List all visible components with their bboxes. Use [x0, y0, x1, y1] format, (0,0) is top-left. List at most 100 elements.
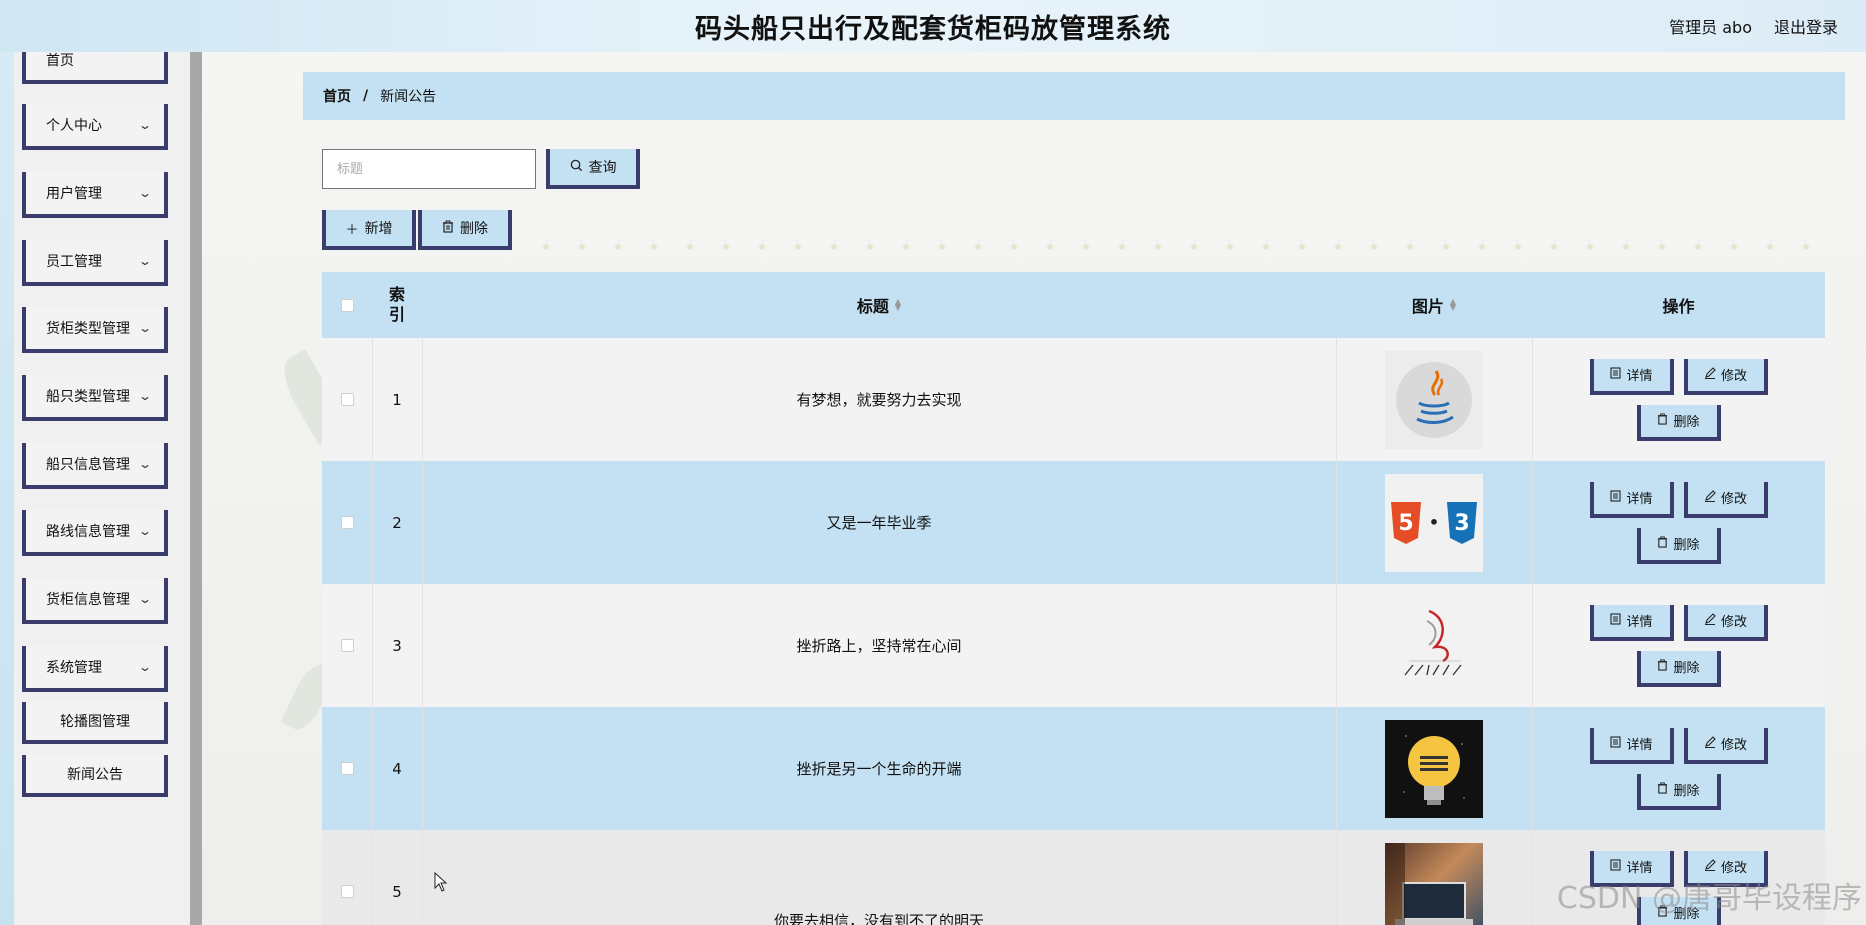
svg-text:5: 5	[1398, 511, 1413, 536]
row-checkbox[interactable]	[340, 885, 354, 898]
svg-text:3: 3	[1454, 511, 1469, 536]
sidebar-subitem-label: 新闻公告	[67, 767, 123, 783]
add-button-label: 新增	[364, 221, 393, 237]
sidebar-subitem-label: 轮播图管理	[60, 714, 130, 730]
sidebar-subitem[interactable]: 轮播图管理	[22, 702, 168, 744]
detail-label: 详情	[1626, 492, 1653, 507]
pencil-icon	[1704, 489, 1716, 506]
header-title-label: 标题	[856, 297, 889, 316]
edit-button[interactable]: 修改	[1683, 481, 1768, 518]
pencil-icon	[1704, 612, 1716, 629]
logout-link[interactable]: 退出登录	[1774, 14, 1838, 38]
detail-button[interactable]: 详情	[1589, 604, 1674, 641]
sidebar-item-label: 个人中心	[46, 118, 102, 134]
lightbulb-poster-thumbnail[interactable]	[1385, 719, 1483, 818]
search-button-label: 查询	[588, 160, 617, 176]
chevron-down-icon: ⌄	[137, 186, 153, 200]
sidebar-item[interactable]: 系统管理 ⌄	[22, 646, 168, 692]
detail-button[interactable]: 详情	[1589, 481, 1674, 518]
sidebar-item[interactable]: 用户管理 ⌄	[22, 172, 168, 218]
edit-button[interactable]: 修改	[1683, 604, 1768, 641]
chevron-down-icon: ⌄	[137, 524, 153, 538]
chevron-down-icon: ⌄	[137, 457, 153, 471]
pencil-icon	[1704, 735, 1716, 752]
delete-button[interactable]: 删除	[1636, 527, 1721, 564]
edit-button[interactable]: 修改	[1683, 358, 1768, 395]
chevron-down-icon: ⌄	[137, 389, 153, 403]
sidebar-item[interactable]: 个人中心 ⌄	[22, 104, 168, 150]
search-button[interactable]: 查询	[546, 149, 640, 189]
table-header: 索引 标题 ▲ ▼ 图片 ▲ ▼ 操作	[322, 272, 1825, 338]
row-image-cell	[1336, 338, 1532, 461]
trash-icon	[1657, 413, 1668, 429]
header-actions: 操作	[1532, 272, 1825, 338]
sort-icon: ▲ ▼	[894, 297, 902, 312]
edit-button[interactable]: 修改	[1683, 727, 1768, 764]
table-row: 2 又是一年毕业季 5 • 3 详情 修改 删除	[322, 461, 1825, 584]
sidebar-scrollbar[interactable]	[190, 52, 202, 925]
detail-button[interactable]: 详情	[1589, 727, 1674, 764]
sidebar-item-label: 货柜类型管理	[46, 321, 130, 337]
sidebar-subitem[interactable]: 新闻公告	[22, 755, 168, 797]
edit-label: 修改	[1720, 738, 1747, 753]
header-title[interactable]: 标题 ▲ ▼	[422, 272, 1336, 338]
batch-delete-label: 删除	[460, 221, 488, 237]
news-table: 索引 标题 ▲ ▼ 图片 ▲ ▼ 操作 1 有梦想，就要努力去实现 详情 修改 删除 2 又是一…	[322, 272, 1825, 925]
laptop-photo-thumbnail[interactable]	[1385, 842, 1483, 925]
row-actions: 详情 修改删除	[1532, 461, 1825, 584]
sidebar-item[interactable]: 货柜类型管理 ⌄	[22, 307, 168, 353]
detail-label: 详情	[1626, 369, 1653, 384]
sidebar-item[interactable]: 船只类型管理 ⌄	[22, 375, 168, 421]
document-icon	[1610, 366, 1622, 383]
row-image-cell: 5 • 3	[1336, 461, 1532, 584]
pencil-icon	[1704, 366, 1716, 383]
sidebar-item[interactable]: 货柜信息管理 ⌄	[22, 578, 168, 624]
detail-label: 详情	[1626, 738, 1653, 753]
header-actions-label: 操作	[1662, 297, 1695, 316]
sidebar-item-label: 用户管理	[46, 186, 102, 202]
row-checkbox[interactable]	[340, 516, 354, 529]
java-logo-thumbnail[interactable]	[1385, 350, 1483, 449]
row-title: 你要去相信，没有到不了的明天	[773, 912, 984, 925]
delete-button[interactable]: 删除	[1636, 773, 1721, 810]
chevron-down-icon: ⌄	[137, 321, 153, 335]
sql-server-2012-logo-thumbnail[interactable]	[1385, 596, 1483, 695]
sidebar-item[interactable]: 船只信息管理 ⌄	[22, 443, 168, 489]
html5-css3-logo-thumbnail[interactable]: 5 • 3	[1385, 473, 1483, 572]
csdn-watermark: CSDN @唐哥毕设程序	[1556, 881, 1862, 916]
search-icon	[570, 159, 583, 176]
row-checkbox[interactable]	[340, 639, 354, 652]
sidebar-item[interactable]: 员工管理 ⌄	[22, 240, 168, 286]
header-image[interactable]: 图片 ▲ ▼	[1336, 272, 1532, 338]
delete-label: 删除	[1673, 784, 1700, 799]
row-actions: 详情 修改删除	[1532, 707, 1825, 830]
sidebar-item[interactable]: 路线信息管理 ⌄	[22, 510, 168, 556]
row-title: 又是一年毕业季	[826, 514, 932, 532]
row-checkbox[interactable]	[340, 762, 354, 775]
sidebar-item-label: 首页	[46, 53, 74, 69]
row-checkbox[interactable]	[340, 393, 354, 406]
top-header: 码头船只出行及配套货柜码放管理系统 管理员 abo 退出登录	[0, 0, 1866, 52]
sort-icon: ▲ ▼	[1449, 297, 1457, 312]
decorative-dots	[528, 243, 1828, 251]
delete-button[interactable]: 删除	[1636, 650, 1721, 687]
system-title: 码头船只出行及配套货柜码放管理系统	[695, 13, 1171, 45]
delete-button[interactable]: 删除	[1636, 404, 1721, 441]
add-button[interactable]: ＋ 新增	[322, 210, 416, 250]
table-row: 1 有梦想，就要努力去实现 详情 修改 删除	[322, 338, 1825, 461]
title-search-input[interactable]	[322, 149, 536, 189]
batch-delete-button[interactable]: 删除	[418, 210, 512, 250]
header-select-all-cell	[322, 272, 372, 338]
header-user-area: 管理员 abo 退出登录	[1669, 0, 1838, 52]
breadcrumb-home[interactable]: 首页	[323, 86, 351, 106]
edit-label: 修改	[1720, 615, 1747, 630]
breadcrumb-current: 新闻公告	[380, 89, 437, 105]
sidebar-item-label: 货柜信息管理	[46, 592, 130, 608]
detail-button[interactable]: 详情	[1589, 358, 1674, 395]
header-index: 索引	[372, 272, 422, 338]
edit-label: 修改	[1720, 369, 1747, 384]
document-icon	[1610, 489, 1622, 506]
select-all-checkbox[interactable]	[340, 298, 354, 312]
row-actions: 详情 修改删除	[1532, 584, 1825, 707]
trash-icon	[1657, 536, 1668, 552]
